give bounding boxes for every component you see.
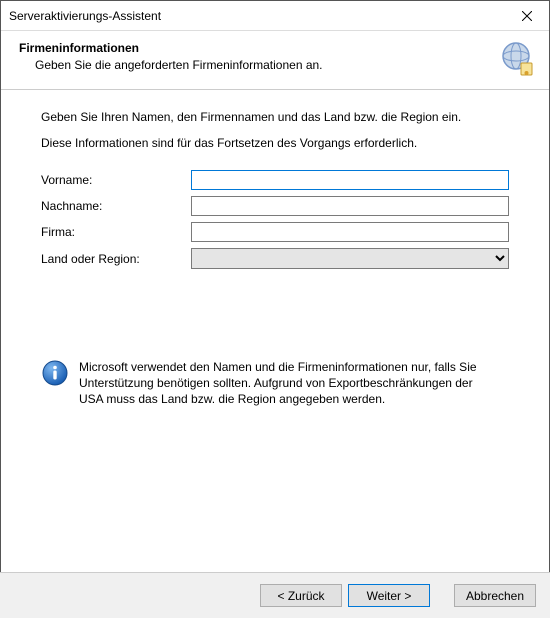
country-select[interactable] — [191, 248, 509, 269]
next-button[interactable]: Weiter > — [348, 584, 430, 607]
company-input[interactable] — [191, 222, 509, 242]
company-label: Firma: — [41, 225, 191, 239]
back-button[interactable]: < Zurück — [260, 584, 342, 607]
cancel-button[interactable]: Abbrechen — [454, 584, 536, 607]
firstname-input[interactable] — [191, 170, 509, 190]
country-label: Land oder Region: — [41, 252, 191, 266]
info-icon — [41, 359, 69, 387]
wizard-footer: < Zurück Weiter > Abbrechen — [0, 572, 550, 618]
title-bar: Serveraktivierungs-Assistent — [1, 1, 549, 31]
wizard-content: Geben Sie Ihren Namen, den Firmennamen u… — [1, 90, 549, 408]
window-title: Serveraktivierungs-Assistent — [9, 9, 161, 23]
instruction-2: Diese Informationen sind für das Fortset… — [41, 136, 509, 150]
wizard-header: Firmeninformationen Geben Sie die angefo… — [1, 31, 549, 90]
close-button[interactable] — [505, 1, 549, 31]
firstname-label: Vorname: — [41, 173, 191, 187]
instruction-1: Geben Sie Ihren Namen, den Firmennamen u… — [41, 110, 509, 124]
lastname-input[interactable] — [191, 196, 509, 216]
lastname-label: Nachname: — [41, 199, 191, 213]
info-text: Microsoft verwendet den Namen und die Fi… — [79, 359, 499, 408]
certificate-icon — [499, 41, 535, 77]
header-subtitle: Geben Sie die angeforderten Firmeninform… — [19, 58, 499, 72]
header-heading: Firmeninformationen — [19, 41, 499, 55]
close-icon — [522, 11, 532, 21]
